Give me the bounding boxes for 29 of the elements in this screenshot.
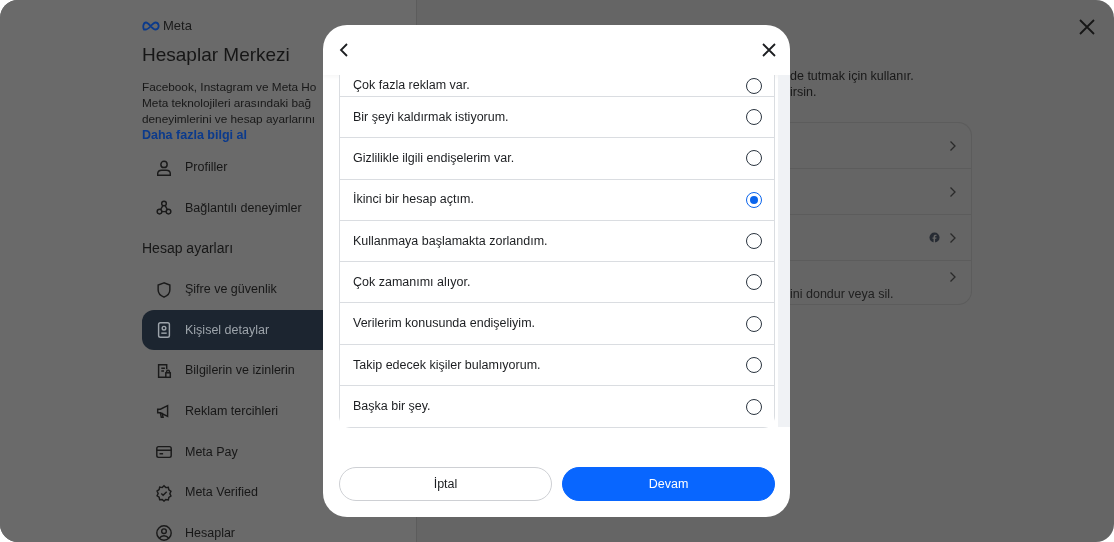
shield-icon bbox=[155, 280, 173, 299]
description-text: deneyimlerini ve hesap ayarlarını bbox=[142, 110, 316, 127]
chevron-right-icon bbox=[949, 139, 957, 152]
infinity-logo-icon bbox=[142, 21, 160, 31]
description-text: irsin. bbox=[790, 84, 818, 100]
chevron-right-icon bbox=[949, 271, 957, 283]
id-card-icon bbox=[155, 321, 173, 340]
row-description: ini dondur veya sil. bbox=[790, 286, 894, 303]
cancel-button[interactable]: İptal bbox=[339, 467, 552, 501]
continue-button[interactable]: Devam bbox=[562, 467, 775, 501]
description-text: de tutmak için kullanır. bbox=[790, 69, 915, 85]
chevron-right-icon bbox=[949, 231, 957, 244]
page-title: Hesaplar Merkezi bbox=[142, 43, 290, 67]
connected-nodes-icon bbox=[155, 199, 173, 218]
option-row[interactable]: Çok fazla reklam var. bbox=[340, 75, 774, 97]
scrollbar-track[interactable] bbox=[778, 75, 790, 427]
description-text: Meta teknolojileri arasındaki bağ bbox=[142, 94, 312, 111]
chevron-right-icon bbox=[949, 185, 957, 198]
section-heading: Hesap ayarları bbox=[142, 239, 234, 259]
sidebar-item[interactable]: Hesaplar bbox=[142, 512, 402, 542]
document-lock-icon bbox=[155, 361, 173, 380]
person-icon bbox=[155, 158, 173, 177]
back-icon[interactable] bbox=[339, 42, 349, 58]
logo-text: Meta bbox=[163, 17, 192, 36]
account-circle-icon bbox=[155, 524, 173, 542]
facebook-icon bbox=[929, 232, 940, 243]
verified-badge-icon bbox=[155, 483, 173, 502]
close-icon[interactable] bbox=[762, 43, 776, 57]
description-text: Facebook, Instagram ve Meta Ho bbox=[142, 78, 317, 95]
